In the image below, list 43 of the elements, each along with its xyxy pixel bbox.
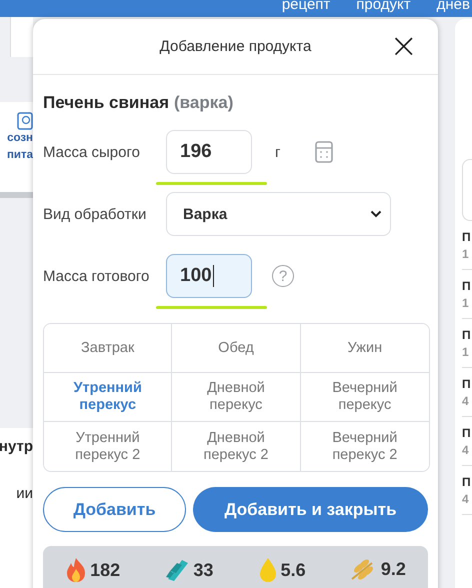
list-item-value: 1	[462, 247, 470, 261]
nutrient-value: 182	[90, 560, 120, 580]
meal-option[interactable]: Дневной перекус	[172, 373, 301, 422]
product-name: Печень свиная	[43, 93, 170, 113]
select-field[interactable]: Варка	[166, 192, 391, 236]
nav-link[interactable]: продукт	[356, 0, 411, 13]
list-item-title[interactable]: П	[462, 377, 472, 391]
input-field[interactable]: 196	[166, 130, 252, 174]
dialog-title: Добавление продукта	[160, 38, 312, 55]
add-button[interactable]: Добавить	[43, 487, 186, 532]
list-item-title[interactable]: П	[462, 279, 472, 293]
close-button[interactable]: ×	[386, 29, 422, 63]
meal-option[interactable]: Утренний перекус 2	[44, 422, 172, 471]
list-item-title[interactable]: П	[462, 426, 472, 440]
cooking-method: (варка)	[174, 93, 234, 113]
nav-link[interactable]: рецепт	[282, 0, 330, 13]
list-item-value: 4	[462, 443, 470, 457]
field-label: Масса сырого	[43, 144, 141, 160]
list-item-title[interactable]: П	[462, 230, 472, 244]
list-item-title[interactable]: П	[462, 328, 472, 342]
add-and-close-button[interactable]: Добавить и закрыть	[193, 487, 428, 532]
meal-option[interactable]: Завтрак	[44, 324, 172, 373]
nav-link[interactable]: днев	[436, 0, 470, 13]
nutrient-value: 5.6	[280, 560, 306, 580]
list-item-title[interactable]: П	[462, 475, 472, 489]
nutrient-value: 9.2	[380, 558, 406, 580]
text: ии	[0, 465, 33, 588]
section-heading: нутр	[0, 428, 33, 465]
field-label: Вид обработки	[43, 206, 148, 222]
list-item-value: 1	[462, 345, 470, 359]
tile-label: созн	[7, 131, 33, 146]
unit-label: г	[275, 144, 280, 160]
tile-label: пита	[6, 148, 33, 163]
field-label: Масса готового	[43, 268, 150, 284]
help-button[interactable]: ?	[272, 265, 294, 287]
list-item-value: 4	[462, 492, 470, 506]
meal-option[interactable]: Ужин	[300, 324, 429, 373]
input-field[interactable]: 100	[166, 254, 252, 298]
list-item-value: 1	[462, 296, 470, 310]
list-item-value: 4	[462, 394, 470, 408]
meal-option[interactable]: Обед	[172, 324, 301, 373]
meal-option[interactable]: Утренний перекус	[44, 373, 172, 422]
nutrient-value: 33	[193, 560, 214, 580]
